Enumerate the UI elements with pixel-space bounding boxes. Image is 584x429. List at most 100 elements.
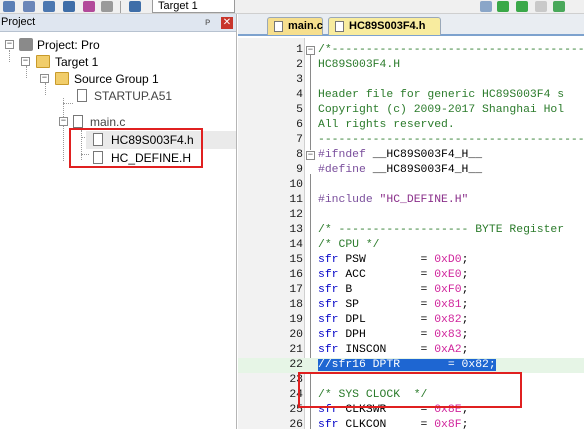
code-line[interactable]: 4 Header file for generic HC89S003F4 s — [238, 88, 584, 103]
toolbar: Target 1 — [0, 0, 584, 14]
highlight-box — [69, 128, 203, 168]
number-token: 0x8F — [434, 419, 462, 429]
code-text: /* CPU */ — [318, 238, 380, 253]
code-line[interactable]: 2 HC89S003F4.H — [238, 58, 584, 73]
project-icon — [19, 38, 33, 51]
code-text: ---------------------------------------- — [318, 133, 584, 148]
code-line[interactable]: 8− #ifndef __HC89S003F4_H__ — [238, 148, 584, 163]
packs-icon[interactable] — [516, 1, 528, 12]
keyword-token: sfr — [318, 299, 339, 311]
fold-toggle-icon[interactable]: − — [306, 46, 315, 55]
line-number: 6 — [296, 119, 303, 131]
tree-item-label: Project: Pro — [37, 38, 100, 52]
code-line[interactable]: 11 #include "HC_DEFINE.H" — [238, 193, 584, 208]
line-number: 24 — [289, 389, 303, 401]
line-number: 9 — [296, 164, 303, 176]
manage-components-icon[interactable] — [497, 1, 509, 12]
target-icon — [36, 55, 50, 68]
code-text: sfr INSCON = 0xA2; — [318, 343, 468, 358]
code-text: #ifndef __HC89S003F4_H__ — [318, 148, 482, 163]
code-line[interactable]: 17 sfr B = 0xF0; — [238, 283, 584, 298]
tab-hc89s003f4-h[interactable]: HC89S003F4.h — [328, 17, 441, 35]
code-line[interactable]: 12 — [238, 208, 584, 223]
line-number: 5 — [296, 104, 303, 116]
comment-token: ---------------------------------------- — [318, 134, 584, 146]
collapse-toggle[interactable]: − — [40, 74, 49, 83]
tab-label: HC89S003F4.h — [349, 20, 426, 32]
load-icon[interactable] — [129, 1, 141, 12]
code-token: ; — [461, 344, 469, 356]
pin-icon[interactable]: ᴘ — [205, 17, 210, 28]
rebuild-icon[interactable] — [63, 1, 75, 12]
code-text: All rights reserved. — [318, 118, 455, 133]
code-line[interactable]: 5 Copyright (c) 2009-2017 Shanghai Hol — [238, 103, 584, 118]
collapse-toggle[interactable]: − — [5, 40, 14, 49]
code-line[interactable]: 10 — [238, 178, 584, 193]
code-text: /* ------------------- BYTE Register — [318, 223, 564, 238]
code-text: sfr CLKCON = 0x8F; — [318, 418, 468, 429]
close-icon[interactable]: ✕ — [221, 17, 233, 29]
target-select[interactable]: Target 1 — [152, 0, 235, 13]
code-line[interactable]: 9 #define __HC89S003F4_H__ — [238, 163, 584, 178]
code-text: sfr SP = 0x81; — [318, 298, 468, 313]
number-token: 0x82 — [434, 314, 462, 326]
target-options-icon[interactable] — [480, 1, 492, 12]
code-token: SP = — [338, 299, 435, 311]
code-line[interactable]: 26 sfr CLKCON = 0x8F; — [238, 418, 584, 429]
code-line[interactable]: 20 sfr DPH = 0x83; — [238, 328, 584, 343]
code-line[interactable]: 15 sfr PSW = 0xD0; — [238, 253, 584, 268]
code-line[interactable]: 6 All rights reserved. — [238, 118, 584, 133]
code-line[interactable]: 16 sfr ACC = 0xE0; — [238, 268, 584, 283]
code-token: __HC89S003F4_H__ — [365, 164, 483, 176]
code-token: DPH = — [338, 329, 435, 341]
code-text: sfr PSW = 0xD0; — [318, 253, 468, 268]
preprocessor-token: #include — [318, 194, 373, 206]
editor-pane: main.c HC89S003F4.h 1−/*----------------… — [238, 14, 584, 429]
code-token: PSW = — [338, 254, 435, 266]
collapse-toggle[interactable]: − — [59, 117, 68, 126]
code-area[interactable]: 1−/*------------------------------------… — [238, 38, 584, 429]
code-token: ACC = — [338, 269, 435, 281]
tree-item-source-group[interactable]: − Source Group 1 — [0, 70, 237, 88]
code-line[interactable]: 7 ---------------------------------------… — [238, 133, 584, 148]
code-token: ; — [461, 299, 469, 311]
code-token: CLKCON = — [338, 419, 435, 429]
code-line[interactable]: 19 sfr DPL = 0x82; — [238, 313, 584, 328]
line-number: 17 — [289, 284, 303, 296]
code-line[interactable]: 18 sfr SP = 0x81; — [238, 298, 584, 313]
line-number: 1 — [296, 44, 303, 56]
code-text: Header file for generic HC89S003F4 s — [318, 88, 564, 103]
toolbar-separator — [120, 1, 121, 13]
code-line[interactable]: 3 — [238, 73, 584, 88]
selected-text: //sfr16 DPTR = 0x82; — [318, 359, 496, 371]
star-icon[interactable] — [553, 1, 565, 12]
code-line[interactable]: 13 /* ------------------- BYTE Register — [238, 223, 584, 238]
code-line[interactable]: 21 sfr INSCON = 0xA2; — [238, 343, 584, 358]
file-icon — [335, 21, 344, 32]
line-number: 15 — [289, 254, 303, 266]
code-text: sfr DPH = 0x83; — [318, 328, 468, 343]
code-token: ; — [461, 314, 469, 326]
code-line[interactable]: 1−/*------------------------------------… — [238, 43, 584, 58]
collapse-toggle[interactable]: − — [21, 57, 30, 66]
keyword-token: sfr — [318, 329, 339, 341]
save-all-icon[interactable] — [23, 1, 35, 12]
code-text: /*--------------------------------------… — [318, 43, 584, 58]
code-line[interactable]: 14 /* CPU */ — [238, 238, 584, 253]
tree-item-project[interactable]: − Project: Pro — [0, 36, 237, 54]
save-icon[interactable] — [3, 1, 15, 12]
keyword-token: sfr — [318, 269, 339, 281]
fold-toggle-icon[interactable]: − — [306, 151, 315, 160]
code-line[interactable]: 22 //sfr16 DPTR = 0x82; — [238, 358, 584, 373]
project-pane: Project ᴘ ✕ − Project: Pro − Target 1 − … — [0, 14, 237, 429]
tree-item-startup[interactable]: STARTUP.A51 — [0, 87, 237, 105]
select-packs-icon[interactable] — [535, 1, 547, 12]
download-icon[interactable] — [101, 1, 113, 12]
tree-item-target[interactable]: − Target 1 — [0, 53, 237, 71]
batch-build-icon[interactable] — [83, 1, 95, 12]
keyword-token: sfr — [318, 344, 339, 356]
build-icon[interactable] — [43, 1, 55, 12]
keyword-token: sfr — [318, 284, 339, 296]
tab-main-c[interactable]: main.c — [267, 17, 323, 35]
code-token: ; — [461, 284, 469, 296]
